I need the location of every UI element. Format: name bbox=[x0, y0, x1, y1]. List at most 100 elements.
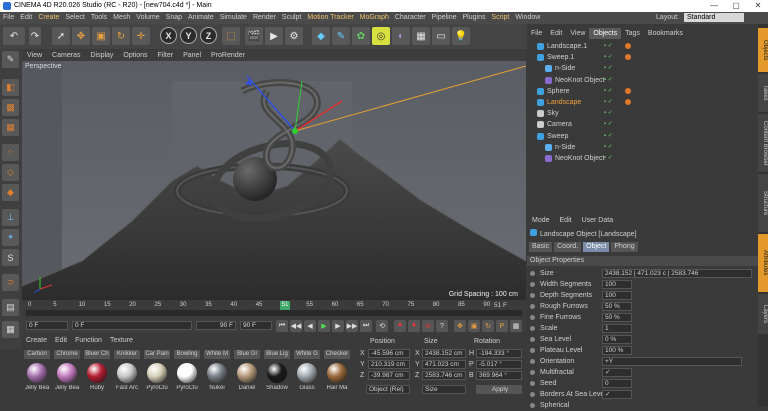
rotation-field[interactable]: -5.017 ° bbox=[476, 360, 522, 369]
tab-coord[interactable]: Coord. bbox=[554, 242, 582, 252]
material-menu-texture[interactable]: Texture bbox=[106, 335, 137, 346]
object-menu-view[interactable]: View bbox=[566, 28, 589, 39]
model-mode-icon[interactable]: ◧ bbox=[2, 79, 19, 96]
position-field[interactable]: 210.319 cm bbox=[368, 360, 410, 369]
goto-start-icon[interactable]: ⏮ bbox=[276, 320, 288, 332]
maximize-button[interactable]: ▢ bbox=[725, 0, 747, 12]
subdivision-icon[interactable]: ✿ bbox=[352, 27, 370, 45]
texture-mode-icon[interactable]: ▩ bbox=[2, 99, 19, 116]
rotation-field[interactable]: -194.333 ° bbox=[476, 349, 522, 358]
object-menu-edit[interactable]: Edit bbox=[546, 28, 566, 39]
material-menu-create[interactable]: Create bbox=[22, 335, 51, 346]
close-button[interactable]: ✕ bbox=[747, 0, 768, 12]
material-item[interactable]: Bluer Ch Ruby bbox=[84, 350, 110, 391]
pos-key-icon[interactable]: ✥ bbox=[454, 320, 466, 332]
grid-icon[interactable]: ▦ bbox=[2, 321, 19, 338]
property-value[interactable]: ✓ bbox=[602, 368, 632, 377]
material-item[interactable]: Blue Gl Daniel bbox=[234, 350, 260, 391]
max-frame-field[interactable]: 90 F bbox=[240, 321, 272, 330]
material-menu-edit[interactable]: Edit bbox=[51, 335, 71, 346]
property-value[interactable]: 100 bbox=[602, 280, 632, 289]
object-tag-icon[interactable] bbox=[625, 43, 631, 49]
property-keyframe-dot[interactable] bbox=[530, 282, 535, 287]
play-icon[interactable]: ▶ bbox=[318, 320, 330, 332]
polygons-mode-icon[interactable]: ◆ bbox=[2, 184, 19, 201]
object-row[interactable]: Camera ▪ ✓ bbox=[527, 119, 758, 130]
tab-phong[interactable]: Phong bbox=[611, 242, 638, 252]
menu-tools[interactable]: Tools bbox=[88, 12, 110, 24]
material-item[interactable]: Bowling PyroClu bbox=[174, 350, 200, 391]
object-visibility-toggle[interactable]: ▪ ✓ bbox=[604, 133, 620, 140]
property-value[interactable]: 1 bbox=[602, 324, 632, 333]
sidetab-content-browser[interactable]: Content Browser bbox=[758, 114, 768, 172]
property-keyframe-dot[interactable] bbox=[530, 392, 535, 397]
object-tag-icon[interactable] bbox=[625, 99, 631, 105]
menu-script[interactable]: Script bbox=[488, 12, 512, 24]
object-row[interactable]: NeoKnot Object ▪ ✓ bbox=[527, 153, 758, 164]
viewport-menu-prorender[interactable]: ProRender bbox=[206, 50, 250, 61]
object-menu-file[interactable]: File bbox=[527, 28, 546, 39]
sidetab-takes[interactable]: Takes bbox=[758, 74, 768, 112]
help-icon[interactable]: ? bbox=[436, 320, 448, 332]
snap-icon[interactable]: S bbox=[2, 249, 19, 266]
property-keyframe-dot[interactable] bbox=[530, 271, 535, 276]
current-frame-marker[interactable]: 51 bbox=[280, 301, 290, 310]
points-mode-icon[interactable]: ⁘ bbox=[2, 144, 19, 161]
render-settings-icon[interactable]: ⚙ bbox=[285, 27, 303, 45]
menu-motion-tracker[interactable]: Motion Tracker bbox=[304, 12, 356, 24]
prev-frame-icon[interactable]: ◀ bbox=[304, 320, 316, 332]
tweak-mode-icon[interactable]: ⌖ bbox=[2, 229, 19, 246]
layout-dropdown[interactable]: Standard bbox=[684, 13, 744, 22]
menu-volume[interactable]: Volume bbox=[133, 12, 162, 24]
select-tool-icon[interactable]: ➚ bbox=[52, 27, 70, 45]
position-field[interactable]: -45.596 cm bbox=[368, 349, 410, 358]
menu-mograph[interactable]: MoGraph bbox=[357, 12, 392, 24]
object-visibility-toggle[interactable]: ▪ ✓ bbox=[604, 43, 620, 50]
menu-file[interactable]: File bbox=[0, 12, 17, 24]
menu-select[interactable]: Select bbox=[62, 12, 87, 24]
camera-object-icon[interactable]: ▭ bbox=[432, 27, 450, 45]
tab-object[interactable]: Object bbox=[583, 242, 610, 252]
viewport-menu-filter[interactable]: Filter bbox=[153, 50, 179, 61]
menu-render[interactable]: Render bbox=[250, 12, 279, 24]
current-frame-field[interactable]: 0 F bbox=[72, 321, 192, 330]
next-key-icon[interactable]: ▶▶ bbox=[346, 320, 358, 332]
array-icon[interactable]: ◎ bbox=[372, 27, 390, 45]
object-visibility-toggle[interactable]: ▪ ✓ bbox=[604, 65, 620, 72]
apply-button[interactable]: Apply bbox=[476, 385, 522, 394]
viewport-menu-panel[interactable]: Panel bbox=[178, 50, 206, 61]
property-value[interactable]: 100 % bbox=[602, 346, 632, 355]
enable-axis-icon[interactable]: ⊥ bbox=[2, 209, 19, 226]
property-keyframe-dot[interactable] bbox=[530, 370, 535, 375]
size-field[interactable]: 2583.746 cm bbox=[422, 371, 466, 380]
menu-sculpt[interactable]: Sculpt bbox=[279, 12, 304, 24]
menu-snap[interactable]: Snap bbox=[163, 12, 185, 24]
object-row[interactable]: Sphere ▪ ✓ bbox=[527, 86, 758, 97]
material-item[interactable]: White G Glass bbox=[294, 350, 320, 391]
next-frame-icon[interactable]: ▶ bbox=[332, 320, 344, 332]
property-value[interactable]: 50 % bbox=[602, 302, 632, 311]
deformer-icon[interactable]: ◐ bbox=[392, 27, 410, 45]
object-row[interactable]: Landscape ▪ ✓ bbox=[527, 97, 758, 108]
object-row[interactable]: Sweep.1 ▪ ✓ bbox=[527, 52, 758, 63]
autokey-icon[interactable]: ⏺ bbox=[408, 320, 420, 332]
object-visibility-toggle[interactable]: ▪ ✓ bbox=[604, 110, 620, 117]
object-menu-tags[interactable]: Tags bbox=[621, 28, 644, 39]
rotate-tool-icon[interactable]: ↻ bbox=[112, 27, 130, 45]
keyframe-selection-icon[interactable]: ⊘ bbox=[422, 320, 434, 332]
workplane-lock-icon[interactable]: ▤ bbox=[2, 299, 19, 316]
object-visibility-toggle[interactable]: ▪ ✓ bbox=[604, 121, 620, 128]
object-visibility-toggle[interactable]: ▪ ✓ bbox=[604, 77, 620, 84]
pen-spline-icon[interactable]: ✎ bbox=[332, 27, 350, 45]
object-row[interactable]: Sky ▪ ✓ bbox=[527, 108, 758, 119]
menu-pipeline[interactable]: Pipeline bbox=[429, 12, 460, 24]
coordinate-mode-dropdown[interactable]: Object (Rel) bbox=[366, 385, 410, 394]
property-keyframe-dot[interactable] bbox=[530, 348, 535, 353]
move-tool-icon[interactable]: ✥ bbox=[72, 27, 90, 45]
sidetab-objects[interactable]: Objects bbox=[758, 28, 768, 72]
object-row[interactable]: NeoKnot Object ▪ ✓ bbox=[527, 75, 758, 86]
record-keys-icon[interactable]: ⏺ bbox=[394, 320, 406, 332]
environment-icon[interactable]: ▦ bbox=[412, 27, 430, 45]
scale-key-icon[interactable]: ▣ bbox=[468, 320, 480, 332]
timeline-ruler[interactable]: 051015202530354045505560657075808590 bbox=[22, 300, 526, 309]
